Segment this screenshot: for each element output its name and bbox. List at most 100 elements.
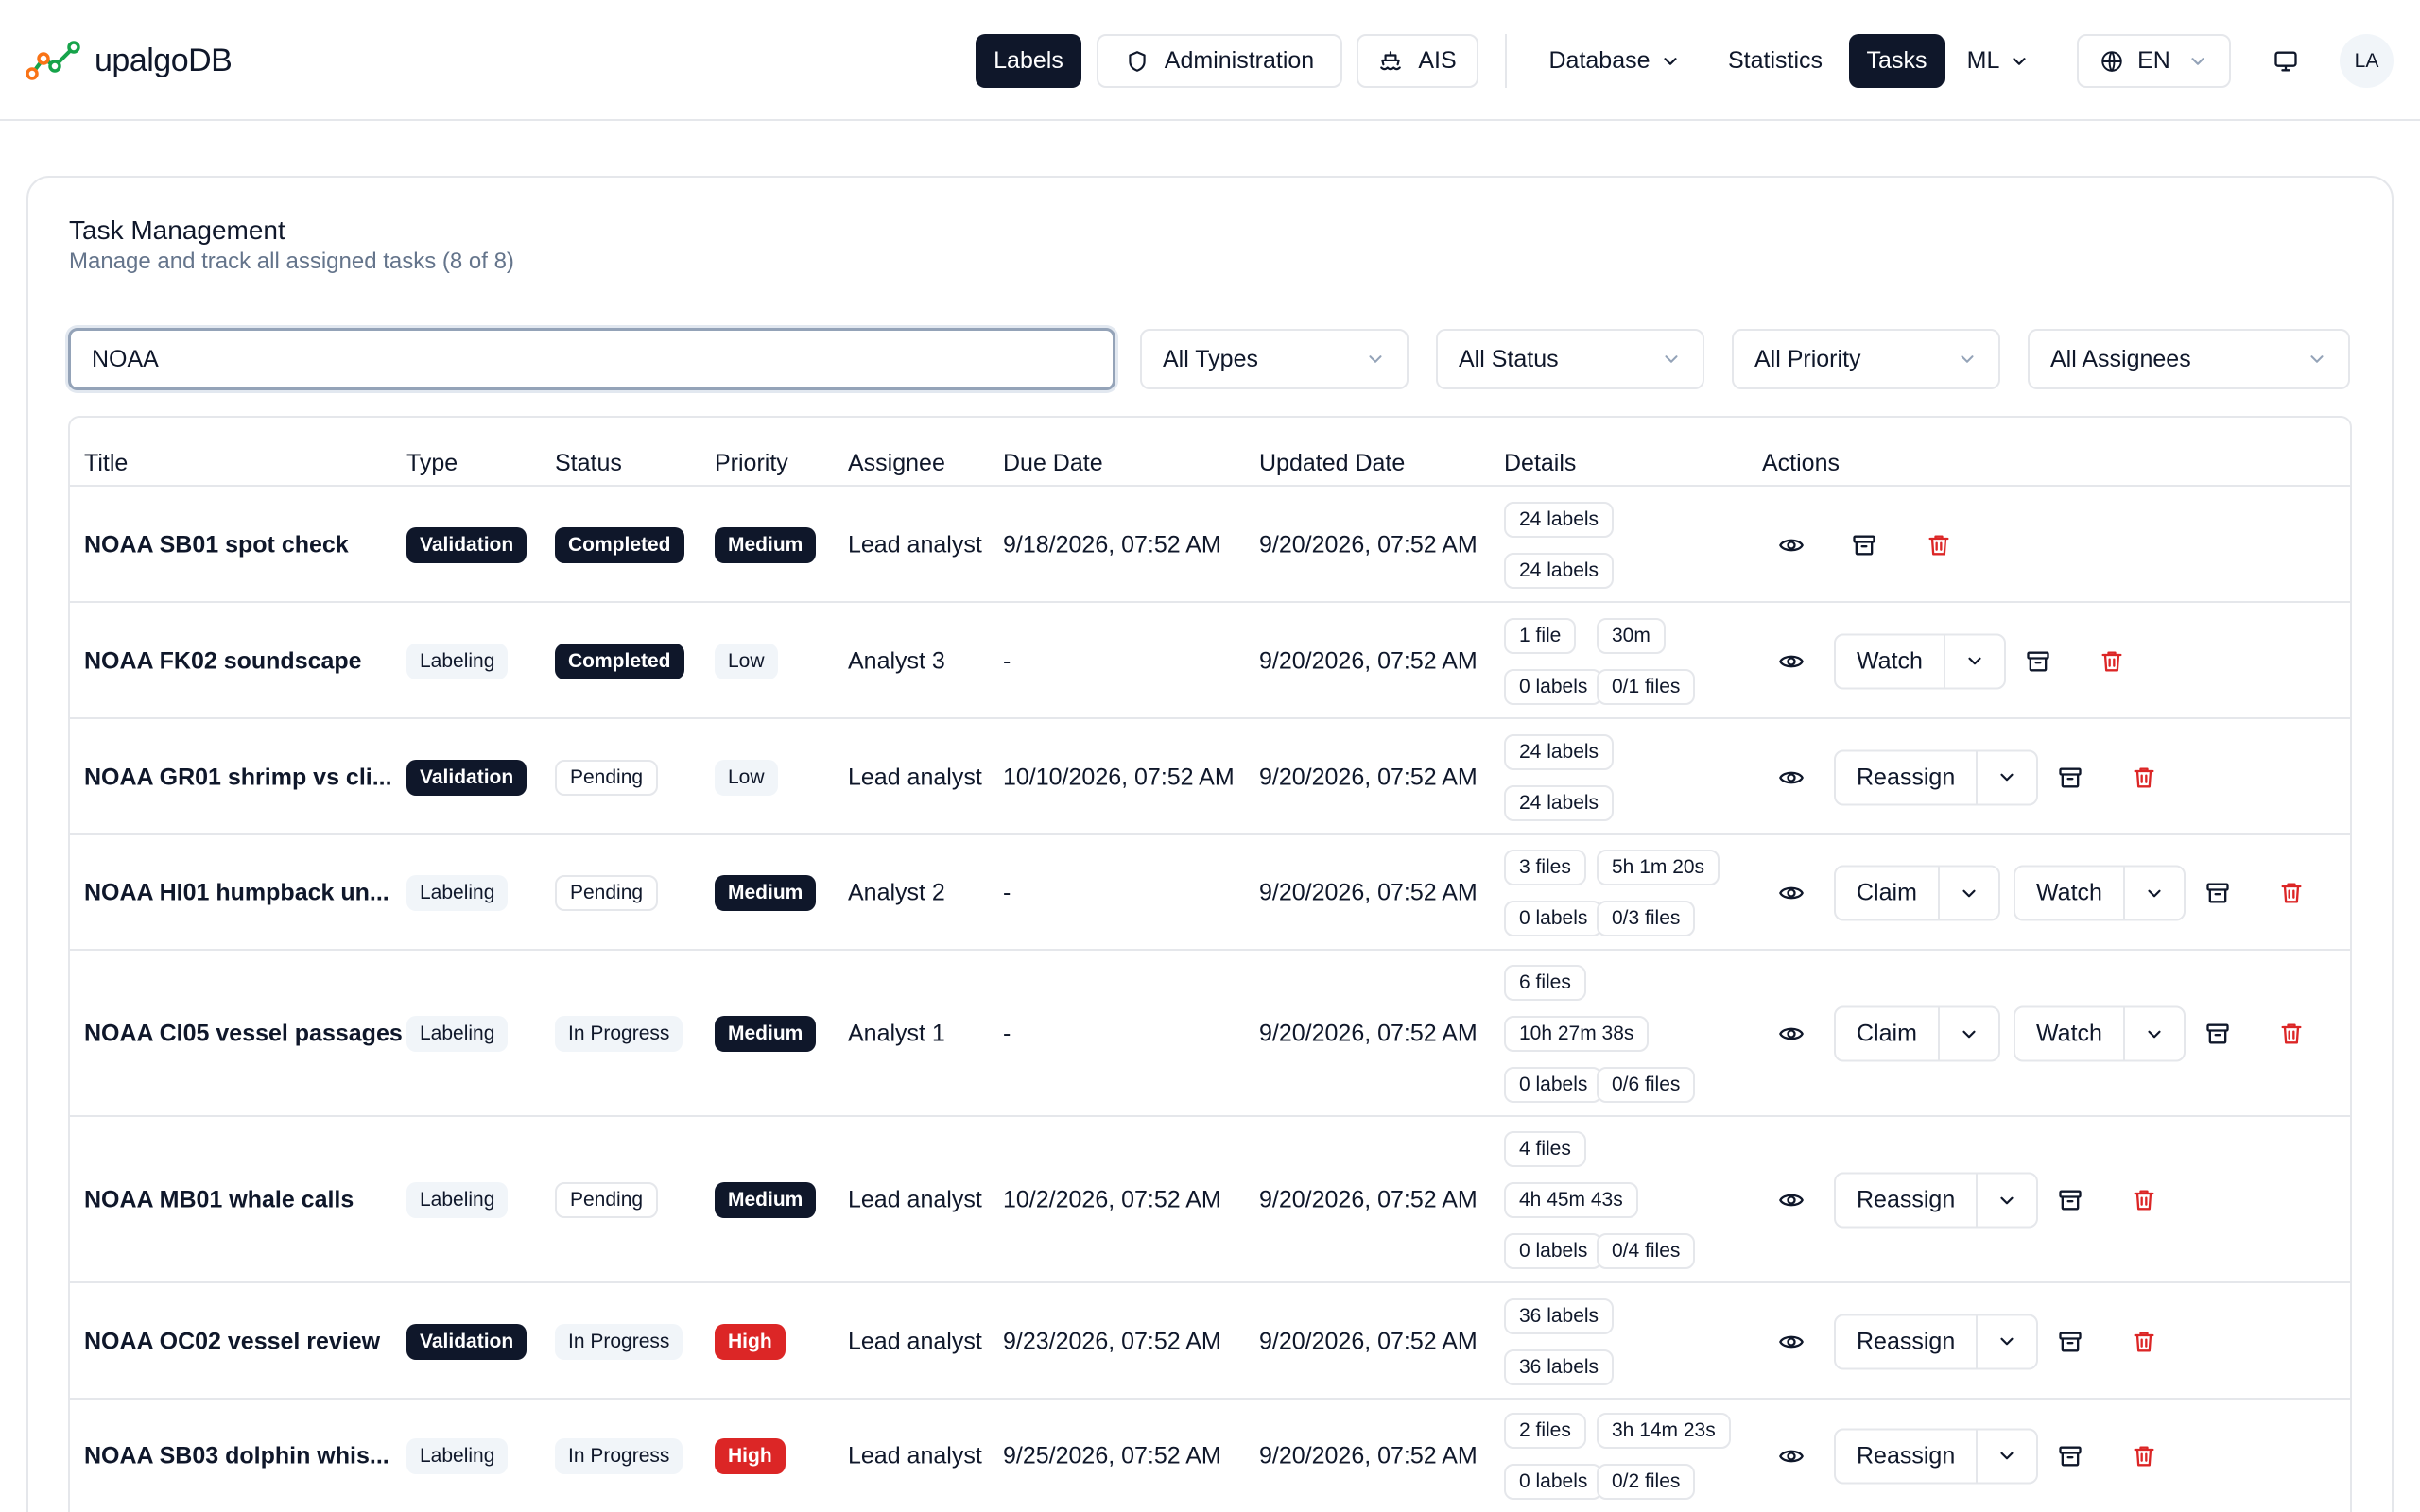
view-eye-icon[interactable]: [1771, 524, 1812, 566]
watch-split-button[interactable]: Watch: [1834, 633, 2006, 689]
updated-date-text: 9/20/2026, 07:52 AM: [1259, 1020, 1478, 1047]
archive-icon[interactable]: [2197, 872, 2238, 914]
type-filter-select[interactable]: All Types: [1140, 329, 1409, 389]
priority-badge: Low: [715, 643, 778, 679]
delete-trash-icon[interactable]: [1918, 524, 1960, 566]
row-divider: [70, 1281, 2350, 1283]
app-logo[interactable]: upalgoDB: [26, 38, 233, 83]
chevron-down-icon[interactable]: [1937, 1007, 1998, 1060]
claim-button-label[interactable]: Claim: [1836, 868, 1938, 919]
delete-trash-icon[interactable]: [2123, 1435, 2165, 1477]
task-title[interactable]: NOAA FK02 soundscape: [84, 647, 362, 675]
column-header-updated-date[interactable]: Updated Date: [1259, 450, 1405, 477]
status-badge: Pending: [555, 1182, 659, 1218]
assignee-filter-select[interactable]: All Assignees: [2028, 329, 2350, 389]
detail-pill: 24 labels: [1504, 553, 1615, 589]
language-select[interactable]: EN: [2077, 34, 2231, 88]
claim-button-label[interactable]: Claim: [1836, 1008, 1938, 1060]
ship-icon: [1378, 49, 1403, 74]
due-date-text: 10/10/2026, 07:52 AM: [1003, 764, 1235, 790]
chevron-down-icon[interactable]: [2122, 867, 2184, 919]
column-header-type[interactable]: Type: [406, 450, 458, 477]
view-eye-icon[interactable]: [1771, 757, 1812, 799]
column-header-due-date[interactable]: Due Date: [1003, 450, 1103, 477]
delete-trash-icon[interactable]: [2123, 757, 2165, 799]
detail-pill: 0/1 files: [1597, 668, 1696, 705]
reassign-split-button[interactable]: Reassign: [1834, 1428, 2039, 1484]
priority-filter-select[interactable]: All Priority: [1732, 329, 2000, 389]
delete-trash-icon[interactable]: [2091, 641, 2133, 682]
nav-ml-label: ML: [1966, 47, 2000, 74]
column-header-title[interactable]: Title: [84, 450, 128, 477]
archive-icon[interactable]: [1843, 524, 1885, 566]
watch-button-label[interactable]: Watch: [2015, 868, 2123, 919]
top-navbar: upalgoDB Labels Administration AIS Datab…: [0, 0, 2420, 121]
watch-split-button[interactable]: Watch: [2014, 1005, 2186, 1062]
task-title[interactable]: NOAA OC02 vessel review: [84, 1328, 380, 1355]
archive-icon[interactable]: [2049, 1179, 2091, 1221]
nav-database-menu[interactable]: Database: [1537, 34, 1692, 88]
task-title[interactable]: NOAA GR01 shrimp vs cli...: [84, 764, 392, 791]
chevron-down-icon[interactable]: [1943, 635, 2004, 687]
search-input[interactable]: [68, 328, 1115, 390]
nav-ais-button[interactable]: AIS: [1357, 34, 1478, 88]
archive-icon[interactable]: [2197, 1013, 2238, 1055]
nav-labels-button[interactable]: Labels: [976, 34, 1081, 88]
nav-tasks-button[interactable]: Tasks: [1849, 34, 1945, 88]
chevron-down-icon[interactable]: [1937, 867, 1998, 919]
archive-icon[interactable]: [2049, 1321, 2091, 1363]
column-header-actions: Actions: [1762, 450, 1840, 476]
nav-divider: [1505, 34, 1507, 88]
archive-icon[interactable]: [2049, 1435, 2091, 1477]
column-header-assignee[interactable]: Assignee: [848, 450, 945, 477]
reassign-split-button[interactable]: Reassign: [1834, 1314, 2039, 1369]
column-header-priority[interactable]: Priority: [715, 450, 788, 477]
archive-icon[interactable]: [2017, 641, 2059, 682]
watch-button-label[interactable]: Watch: [2015, 1008, 2123, 1060]
reassign-split-button[interactable]: Reassign: [1834, 749, 2039, 805]
nav-statistics-link[interactable]: Statistics: [1717, 34, 1834, 88]
chevron-down-icon: [1665, 355, 1678, 363]
reassign-split-button[interactable]: Reassign: [1834, 1172, 2039, 1228]
due-date-text: -: [1003, 1020, 1011, 1047]
watch-button-label[interactable]: Watch: [1836, 635, 1944, 687]
view-eye-icon[interactable]: [1771, 1179, 1812, 1221]
chevron-down-icon[interactable]: [1976, 1315, 2036, 1367]
chevron-down-icon[interactable]: [1976, 1174, 2036, 1227]
task-title[interactable]: NOAA HI01 humpback un...: [84, 880, 389, 907]
view-eye-icon[interactable]: [1771, 641, 1812, 682]
display-mode-button[interactable]: [2261, 34, 2310, 88]
column-header-status[interactable]: Status: [555, 450, 622, 477]
archive-icon[interactable]: [2049, 757, 2091, 799]
status-badge: Pending: [555, 759, 659, 796]
chevron-down-icon[interactable]: [1976, 1430, 2036, 1482]
view-eye-icon[interactable]: [1771, 1013, 1812, 1055]
task-title[interactable]: NOAA SB01 spot check: [84, 532, 349, 559]
view-eye-icon[interactable]: [1771, 1321, 1812, 1363]
watch-split-button[interactable]: Watch: [2014, 865, 2186, 921]
reassign-button-label[interactable]: Reassign: [1836, 1315, 1976, 1367]
task-title[interactable]: NOAA MB01 whale calls: [84, 1187, 354, 1214]
task-title[interactable]: NOAA CI05 vessel passages: [84, 1021, 403, 1048]
chevron-down-icon: [2187, 51, 2208, 72]
delete-trash-icon[interactable]: [2271, 1013, 2312, 1055]
chevron-down-icon[interactable]: [2122, 1007, 2184, 1060]
view-eye-icon[interactable]: [1771, 1435, 1812, 1477]
nav-ml-menu[interactable]: ML: [1959, 34, 2038, 88]
nav-administration-button[interactable]: Administration: [1097, 34, 1342, 88]
user-avatar[interactable]: LA: [2340, 34, 2394, 88]
reassign-button-label[interactable]: Reassign: [1836, 1430, 1976, 1482]
view-eye-icon[interactable]: [1771, 872, 1812, 914]
row-divider: [70, 717, 2350, 719]
claim-split-button[interactable]: Claim: [1834, 1005, 2000, 1062]
claim-split-button[interactable]: Claim: [1834, 865, 2000, 921]
reassign-button-label[interactable]: Reassign: [1836, 751, 1976, 803]
chevron-down-icon[interactable]: [1976, 751, 2036, 803]
reassign-button-label[interactable]: Reassign: [1836, 1175, 1976, 1227]
status-filter-select[interactable]: All Status: [1436, 329, 1704, 389]
column-header-details: Details: [1504, 450, 1577, 476]
delete-trash-icon[interactable]: [2123, 1179, 2165, 1221]
delete-trash-icon[interactable]: [2271, 872, 2312, 914]
delete-trash-icon[interactable]: [2123, 1321, 2165, 1363]
task-title[interactable]: NOAA SB03 dolphin whis...: [84, 1442, 389, 1469]
